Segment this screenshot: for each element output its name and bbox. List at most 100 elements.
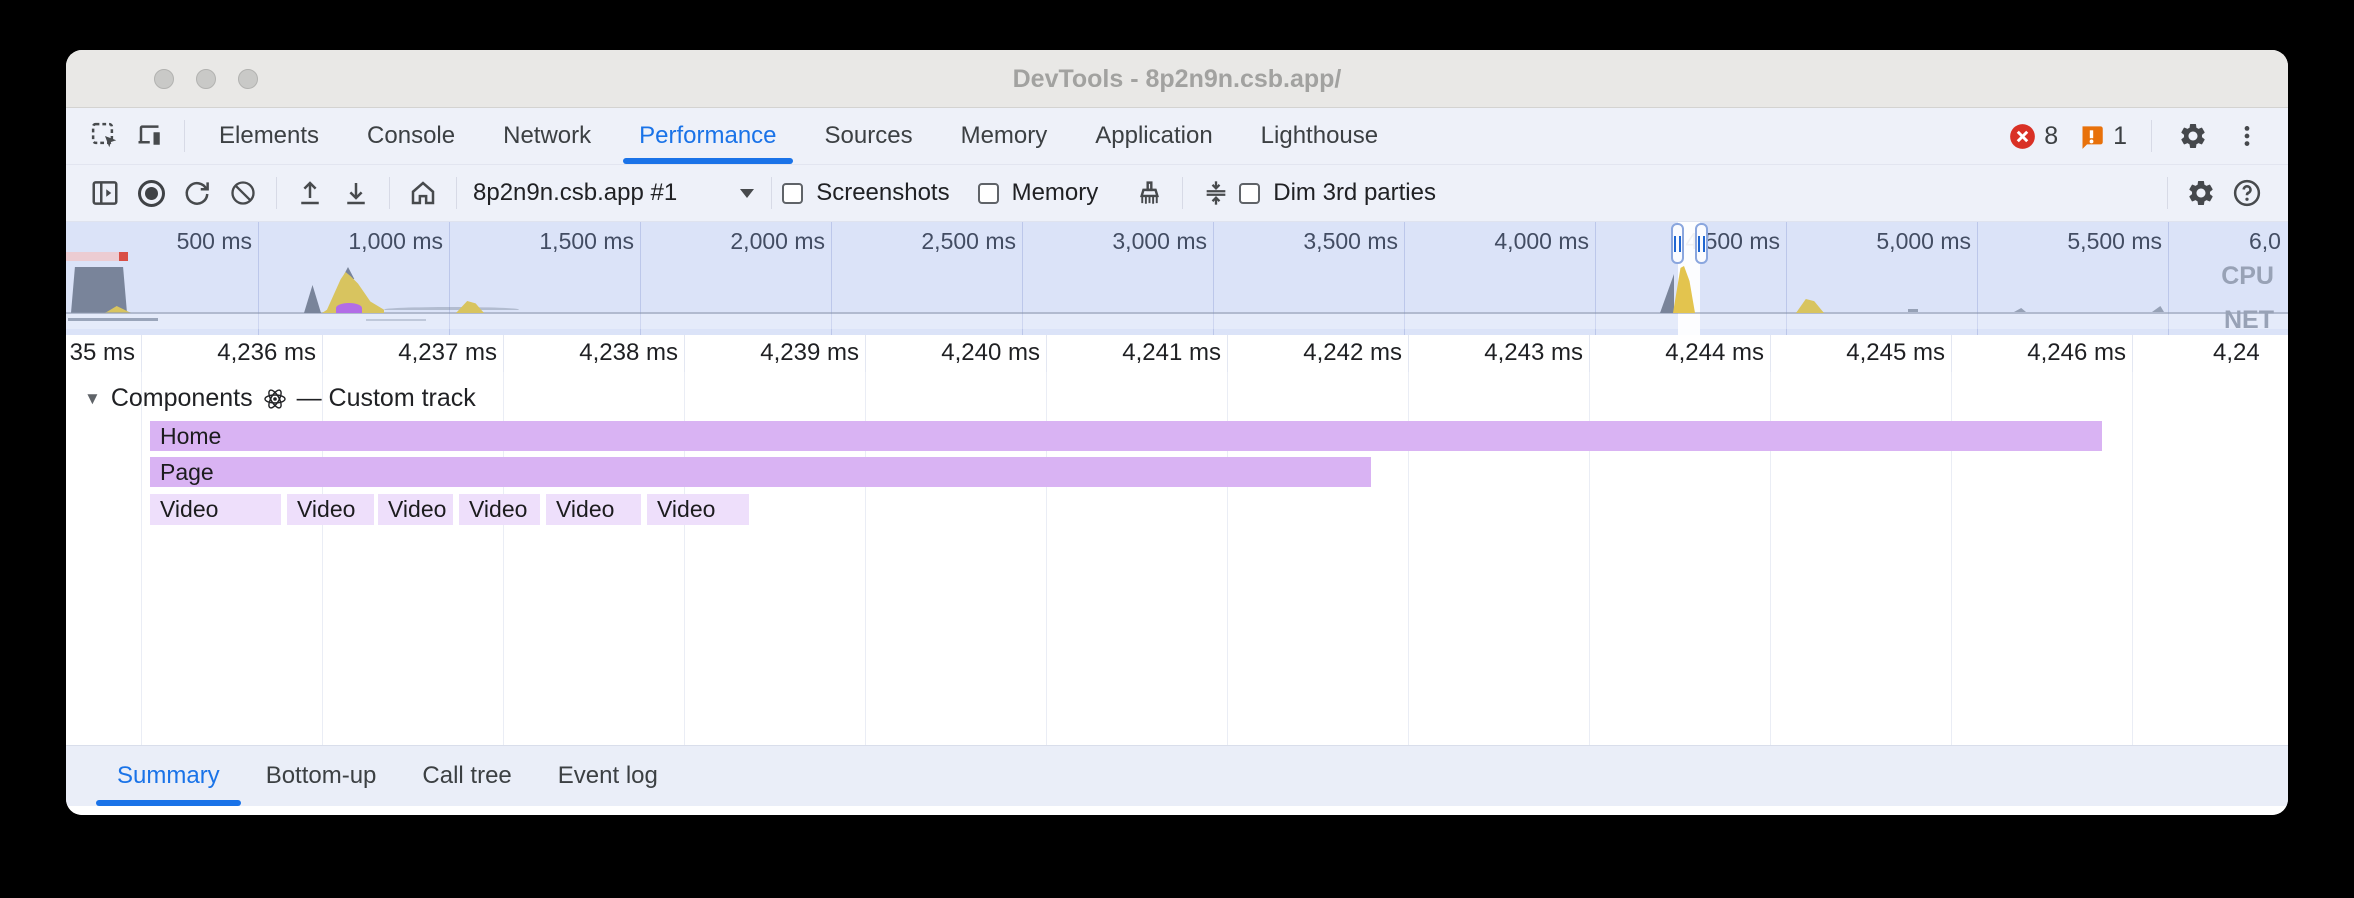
reload-and-record-button[interactable] xyxy=(174,171,220,215)
kebab-menu-button[interactable] xyxy=(2224,114,2270,158)
ruler-gridline xyxy=(1227,335,1228,372)
target-selector-value: 8p2n9n.csb.app #1 xyxy=(473,179,677,207)
tab-performance[interactable]: Performance xyxy=(615,108,800,164)
memory-checkbox[interactable]: Memory xyxy=(978,179,1099,207)
track-bar-video[interactable]: Video xyxy=(150,494,281,525)
timeline-ruler[interactable]: 35 ms4,236 ms4,237 ms4,238 ms4,239 ms4,2… xyxy=(66,335,2288,372)
track-bar-video[interactable]: Video xyxy=(647,494,749,525)
cpu-block xyxy=(71,267,127,313)
tab-sources[interactable]: Sources xyxy=(801,108,937,164)
overview-tick-label: 3,000 ms xyxy=(1037,228,1207,255)
track-bar-label: Video xyxy=(469,496,527,523)
details-tab-summary[interactable]: Summary xyxy=(94,746,243,806)
divider xyxy=(2151,120,2152,152)
track-title: Components xyxy=(111,384,253,413)
track-bar-label: Video xyxy=(297,496,355,523)
timeline-overview[interactable]: CPU NET 500 ms1,000 ms1,500 ms2,000 ms2,… xyxy=(66,222,2288,335)
error-count: 8 xyxy=(2044,122,2058,151)
devtools-tabbar: ElementsConsoleNetworkPerformanceSources… xyxy=(66,108,2288,165)
details-tab-event-log[interactable]: Event log xyxy=(535,746,681,806)
device-toolbar-button[interactable] xyxy=(128,114,174,158)
cpu-purple-blob xyxy=(336,303,362,313)
cpu-spike xyxy=(304,285,321,313)
screenshots-checkbox[interactable]: Screenshots xyxy=(782,179,949,207)
ruler-gridline xyxy=(503,335,504,372)
track-bar-home[interactable]: Home xyxy=(150,421,2102,451)
details-tabbar: SummaryBottom-upCall treeEvent log xyxy=(66,745,2288,806)
collapse-tracks-button[interactable] xyxy=(1193,171,1239,215)
ruler-gridline xyxy=(1046,335,1047,372)
react-atom-icon xyxy=(263,387,287,411)
ruler-gridline xyxy=(865,335,866,372)
cpu-tick xyxy=(2152,306,2164,312)
ruler-gridline xyxy=(684,335,685,372)
track-bar-video[interactable]: Video xyxy=(459,494,540,525)
devtools-window: DevTools - 8p2n9n.csb.app/ ElementsConso… xyxy=(66,50,2288,815)
track-bar-page[interactable]: Page xyxy=(150,457,1371,487)
inspect-element-button[interactable] xyxy=(82,114,128,158)
capture-settings-gear-button[interactable] xyxy=(2178,171,2224,215)
ruler-tick-label: 4,245 ms xyxy=(1775,339,1945,367)
toggle-sidebar-button[interactable] xyxy=(82,171,128,215)
issues-count: 1 xyxy=(2113,122,2127,151)
track-bar-video[interactable]: Video xyxy=(546,494,641,525)
warning-badge[interactable]: 1 xyxy=(2072,122,2133,151)
components-track-header[interactable]: ▼ Components — Custom track xyxy=(84,384,476,413)
garbage-collect-brush-button[interactable] xyxy=(1126,171,1172,215)
track-bar-video[interactable]: Video xyxy=(287,494,374,525)
collapse-triangle-icon[interactable]: ▼ xyxy=(84,389,101,409)
tab-memory[interactable]: Memory xyxy=(937,108,1072,164)
checkbox-box[interactable] xyxy=(978,183,999,204)
overview-tick-label: 4,000 ms xyxy=(1419,228,1589,255)
ruler-gridline xyxy=(1589,335,1590,372)
ruler-tick-label: 4,24 xyxy=(2213,339,2288,367)
net-segment xyxy=(366,319,426,321)
record-button[interactable] xyxy=(128,171,174,215)
track-bar-label: Video xyxy=(160,496,218,523)
error-badge[interactable]: 8 xyxy=(2003,122,2064,151)
selection-left-handle[interactable] xyxy=(1671,223,1684,264)
net-segment xyxy=(68,318,158,321)
clear-button[interactable] xyxy=(220,171,266,215)
tab-console[interactable]: Console xyxy=(343,108,479,164)
ruler-gridline xyxy=(1408,335,1409,372)
track-bar-label: Home xyxy=(160,423,221,450)
track-area[interactable]: ▼ Components — Custom track Home Page Vide… xyxy=(66,372,2288,745)
overview-tick-label: 6,0 xyxy=(2249,228,2288,255)
track-bar-video[interactable]: Video xyxy=(378,494,453,525)
ruler-gridline xyxy=(2132,335,2133,372)
selection-right-handle[interactable] xyxy=(1695,223,1708,264)
performance-toolbar: 8p2n9n.csb.app #1 Screenshots Memory xyxy=(66,165,2288,222)
cpu-tick xyxy=(2014,308,2026,312)
details-tab-bottom-up[interactable]: Bottom-up xyxy=(243,746,400,806)
error-icon xyxy=(2009,123,2036,150)
dim-3rd-parties-checkbox[interactable]: Dim 3rd parties xyxy=(1239,179,1436,207)
checkbox-box[interactable] xyxy=(782,183,803,204)
tab-lighthouse[interactable]: Lighthouse xyxy=(1237,108,1402,164)
track-subtitle: — Custom track xyxy=(297,384,476,413)
overview-tick-label: 2,500 ms xyxy=(846,228,1016,255)
home-button[interactable] xyxy=(400,171,446,215)
tab-application[interactable]: Application xyxy=(1071,108,1236,164)
overview-tick-label: 5,000 ms xyxy=(1801,228,1971,255)
ruler-tick-label: 4,240 ms xyxy=(870,339,1040,367)
long-task-strip xyxy=(66,252,119,261)
overview-tick-label: 500 ms xyxy=(82,228,252,255)
chevron-down-icon xyxy=(739,187,755,199)
settings-gear-button[interactable] xyxy=(2170,114,2216,158)
titlebar[interactable]: DevTools - 8p2n9n.csb.app/ xyxy=(66,50,2288,108)
download-profile-button[interactable] xyxy=(333,171,379,215)
track-bar-label: Video xyxy=(657,496,715,523)
help-button[interactable] xyxy=(2224,171,2270,215)
tab-network[interactable]: Network xyxy=(479,108,615,164)
target-selector-dropdown[interactable]: 8p2n9n.csb.app #1 xyxy=(473,179,755,207)
cpu-squiggle xyxy=(384,307,519,312)
divider xyxy=(1182,177,1183,209)
details-tab-call-tree[interactable]: Call tree xyxy=(399,746,534,806)
checkbox-box[interactable] xyxy=(1239,183,1260,204)
overview-tick-label: 1,000 ms xyxy=(273,228,443,255)
upload-profile-button[interactable] xyxy=(287,171,333,215)
tab-elements[interactable]: Elements xyxy=(195,108,343,164)
track-bar-label: Page xyxy=(160,459,214,486)
ruler-tick-label: 4,244 ms xyxy=(1594,339,1764,367)
